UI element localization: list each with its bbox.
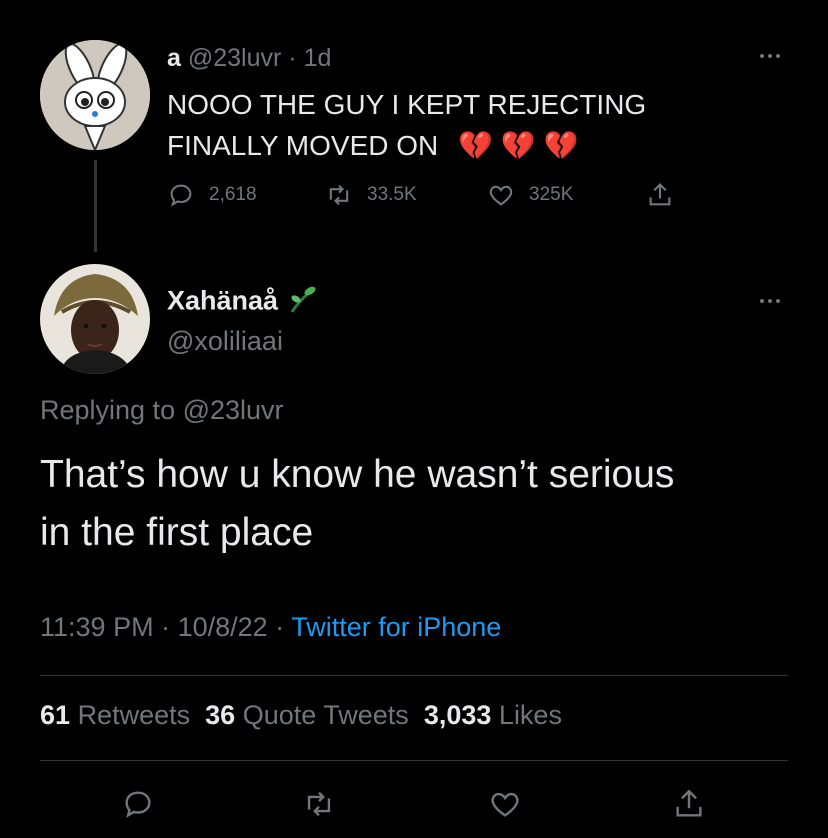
parent-reply-count: 2,618 — [209, 184, 257, 205]
parent-like-count: 325K — [529, 184, 574, 205]
tweet-date[interactable]: 10/8/22 — [178, 612, 268, 642]
replying-to: Replying to @23luvr — [40, 395, 284, 426]
replying-to-handle[interactable]: @23luvr — [183, 395, 284, 425]
meta-separator: · — [153, 612, 178, 642]
quotes-label: Quote Tweets — [242, 700, 409, 730]
reply-display-name-wrap: Xahänaå — [167, 284, 316, 321]
likes-stat[interactable]: 3,033 Likes — [424, 700, 562, 730]
share-icon — [676, 789, 702, 817]
share-icon — [649, 183, 671, 206]
reply-display-name[interactable]: Xahänaå — [167, 286, 278, 316]
likes-label: Likes — [498, 700, 562, 730]
thread-line — [94, 160, 97, 252]
retweet-icon — [329, 184, 349, 206]
retweet-icon — [307, 791, 331, 817]
retweets-count: 61 — [40, 700, 71, 730]
tweet-time[interactable]: 11:39 PM — [40, 612, 154, 642]
reply-text: That’s how u know he wasn’t serious in t… — [40, 446, 674, 562]
broken-heart-emoji: 💔💔💔 — [458, 130, 587, 161]
parent-share-button[interactable] — [646, 181, 674, 209]
reply-handle[interactable]: @xoliliaai — [167, 326, 283, 357]
reply-text-line2: in the first place — [40, 511, 314, 554]
parent-text-line2-wrap: FINALLY MOVED ON 💔💔💔 — [167, 125, 646, 166]
like-icon — [491, 792, 519, 817]
parent-retweet-button[interactable]: 33.5K — [325, 181, 417, 209]
seedling-emoji — [286, 284, 316, 321]
parent-handle[interactable]: @23luvr — [188, 44, 281, 72]
parent-text: NOOO THE GUY I KEPT REJECTING FINALLY MO… — [167, 84, 646, 166]
tweet-source[interactable]: Twitter for iPhone — [291, 612, 501, 642]
retweets-stat[interactable]: 61 Retweets — [40, 700, 190, 730]
share-button[interactable] — [672, 787, 706, 826]
reply-text-line1: That’s how u know he wasn’t serious — [40, 453, 675, 496]
source-separator: · — [267, 612, 292, 642]
more-icon[interactable] — [760, 52, 786, 60]
parent-separator: · — [288, 44, 297, 72]
replying-prefix: Replying to — [40, 395, 183, 425]
parent-text-line2: FINALLY MOVED ON — [167, 130, 439, 161]
like-icon — [489, 185, 513, 206]
parent-header: a @23luvr · 1d — [167, 44, 331, 73]
more-icon[interactable] — [760, 297, 786, 305]
retweets-label: Retweets — [77, 700, 191, 730]
tweet-stats: 61 Retweets 36 Quote Tweets 3,033 Likes — [40, 700, 562, 731]
avatar-reply[interactable] — [40, 264, 150, 374]
likes-count: 3,033 — [423, 700, 492, 730]
reply-icon — [170, 184, 192, 207]
parent-text-line1: NOOO THE GUY I KEPT REJECTING — [167, 89, 647, 120]
parent-reply-button[interactable]: 2,618 — [167, 181, 257, 209]
parent-age[interactable]: 1d — [304, 44, 332, 72]
reply-icon — [125, 791, 151, 818]
parent-retweet-count: 33.5K — [367, 184, 417, 205]
parent-like-button[interactable]: 325K — [487, 181, 573, 209]
divider-top — [40, 675, 788, 676]
tweet-meta: 11:39 PM · 10/8/22 · Twitter for iPhone — [40, 612, 501, 643]
divider-bottom — [40, 760, 788, 761]
retweet-button[interactable] — [302, 787, 336, 826]
like-button[interactable] — [488, 787, 522, 826]
avatar-parent[interactable] — [40, 40, 150, 150]
reply-button[interactable] — [121, 787, 155, 826]
quotes-count: 36 — [205, 700, 236, 730]
parent-display-name[interactable]: a — [167, 44, 181, 72]
quotes-stat[interactable]: 36 Quote Tweets — [205, 700, 409, 730]
